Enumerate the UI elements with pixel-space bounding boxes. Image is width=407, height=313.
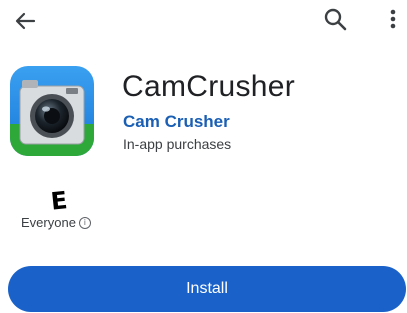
camera-app-icon (10, 66, 94, 156)
info-icon: i (78, 216, 91, 229)
more-vert-icon (390, 9, 396, 29)
rating-badge-letter: E (49, 187, 68, 213)
esrb-rating-badge: E (46, 186, 72, 216)
install-button[interactable]: Install (8, 266, 406, 312)
top-app-bar (0, 0, 407, 44)
more-options-button[interactable] (378, 4, 407, 34)
in-app-purchases-note: In-app purchases (123, 136, 232, 152)
content-rating[interactable]: Everyone i (21, 215, 91, 230)
app-title: CamCrusher (122, 70, 296, 103)
search-icon (324, 8, 347, 31)
app-icon[interactable] (10, 66, 94, 156)
search-button[interactable] (320, 4, 350, 34)
content-rating-label: Everyone (21, 215, 76, 230)
back-button[interactable] (10, 6, 40, 36)
developer-link[interactable]: Cam Crusher (123, 112, 230, 132)
arrow-left-icon (15, 12, 36, 30)
